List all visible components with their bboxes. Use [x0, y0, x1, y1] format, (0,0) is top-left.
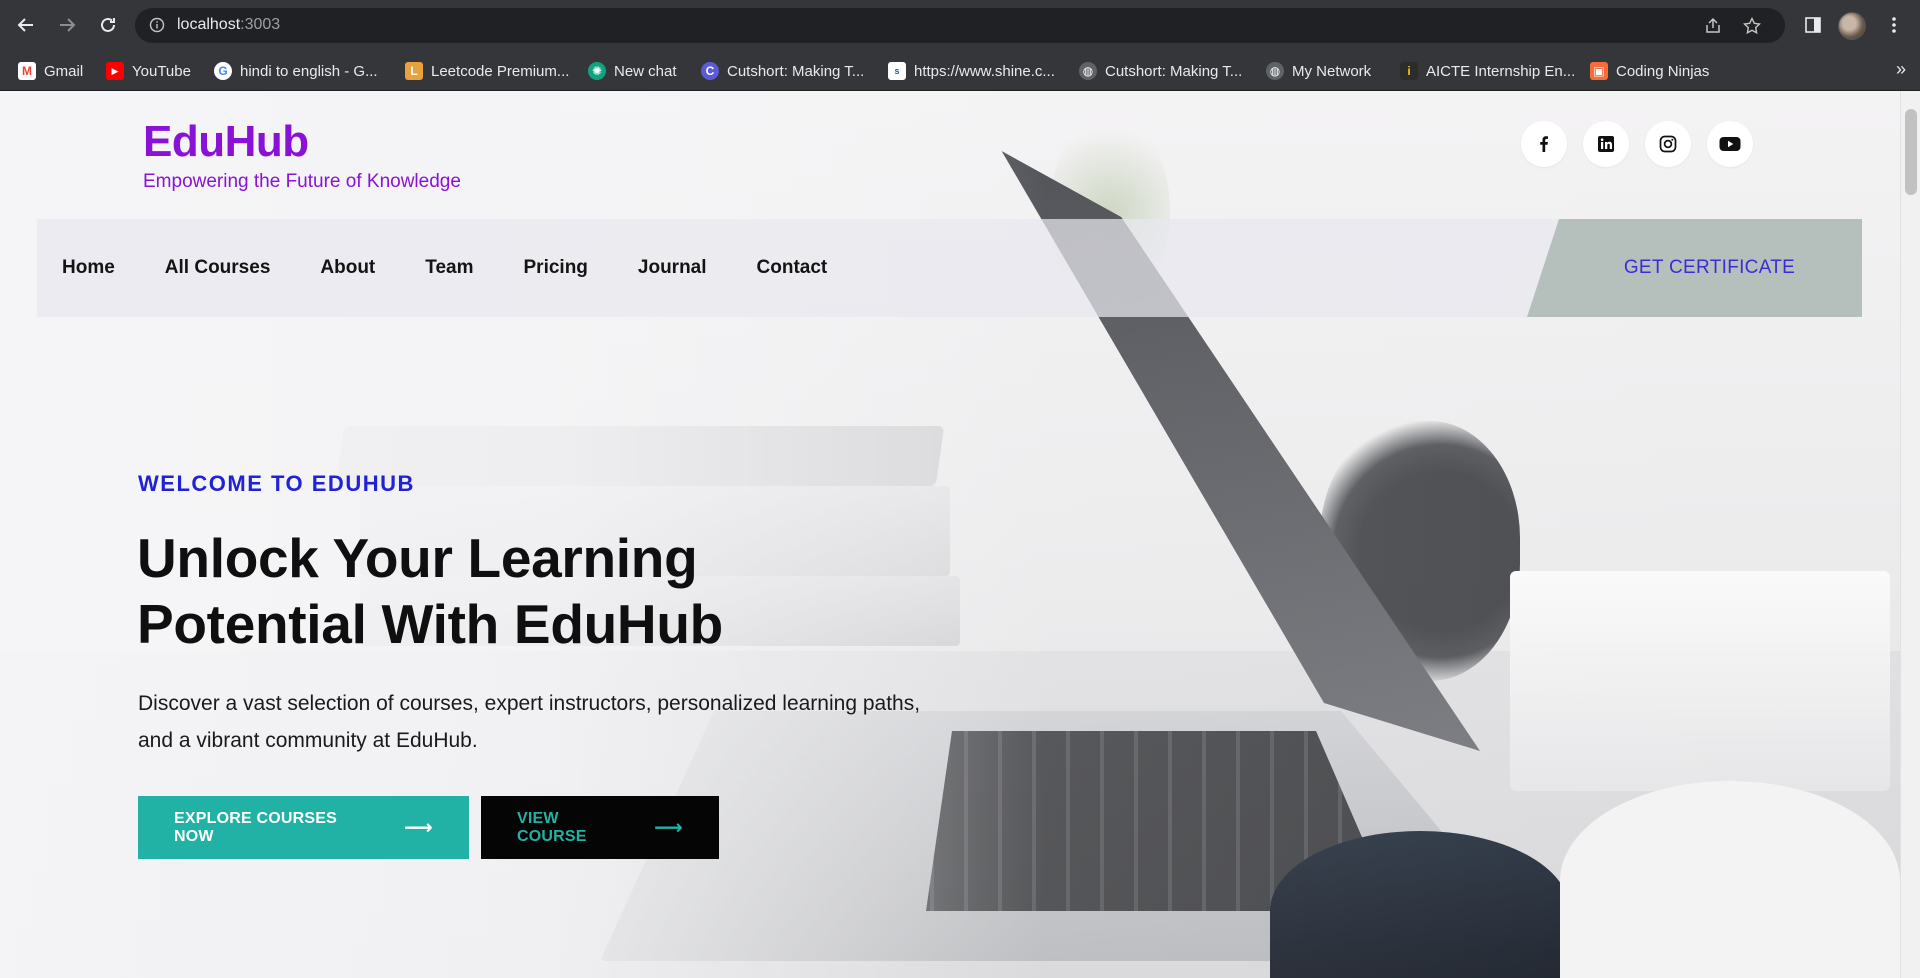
- nav-links: Home All Courses About Team Pricing Jour…: [62, 219, 877, 317]
- brand-logo[interactable]: EduHub: [143, 117, 309, 167]
- bookmark-label: Cutshort: Making T...: [1105, 62, 1243, 80]
- share-icon[interactable]: [1703, 16, 1723, 36]
- nav-item-team[interactable]: Team: [425, 257, 473, 279]
- leetcode-icon: L: [405, 62, 423, 80]
- nav-item-about[interactable]: About: [320, 257, 375, 279]
- codingninjas-icon: ▣: [1590, 62, 1608, 80]
- hero-eyebrow: WELCOME TO EDUHUB: [138, 471, 415, 496]
- youtube-link[interactable]: [1707, 121, 1753, 167]
- linkedin-link[interactable]: [1583, 121, 1629, 167]
- forward-button[interactable]: [53, 11, 81, 39]
- linkedin-icon: [1598, 136, 1614, 152]
- bookmark-coding-ninjas[interactable]: ▣ Coding Ninjas: [1590, 59, 1709, 83]
- nav-item-pricing[interactable]: Pricing: [524, 257, 588, 279]
- bookmark-leetcode[interactable]: L Leetcode Premium...: [405, 59, 569, 83]
- youtube-icon: ▶: [106, 62, 124, 80]
- instagram-icon: [1659, 135, 1677, 153]
- hero-headline-line-2: Potential With EduHub: [137, 593, 723, 655]
- bookmark-gmail[interactable]: M Gmail: [18, 59, 83, 83]
- url-text[interactable]: localhost:3003: [177, 16, 280, 34]
- url-host: localhost: [177, 16, 241, 33]
- bookmark-shine[interactable]: s https://www.shine.c...: [888, 59, 1055, 83]
- brand-tagline: Empowering the Future of Knowledge: [143, 171, 461, 192]
- nav-item-all-courses[interactable]: All Courses: [165, 257, 271, 279]
- bookmark-star-icon[interactable]: [1742, 16, 1762, 36]
- bookmark-aicte[interactable]: i AICTE Internship En...: [1400, 59, 1575, 83]
- bookmark-cutshort[interactable]: C Cutshort: Making T...: [701, 59, 864, 83]
- explore-courses-label: EXPLORE COURSES NOW: [174, 809, 338, 845]
- hero-headline-line-1: Unlock Your Learning: [137, 527, 698, 589]
- shine-icon: s: [888, 62, 906, 80]
- page-scrollbar[interactable]: [1900, 91, 1920, 978]
- bookmark-label: Cutshort: Making T...: [727, 62, 865, 80]
- globe-icon: ◍: [1266, 62, 1284, 80]
- bookmark-label: Coding Ninjas: [1616, 62, 1710, 80]
- bookmark-label: Gmail: [44, 62, 84, 80]
- bookmark-label: My Network: [1292, 62, 1372, 80]
- forward-arrow-icon: [60, 18, 76, 32]
- bookmark-label: https://www.shine.c...: [914, 62, 1055, 80]
- bookmark-my-network[interactable]: ◍ My Network: [1266, 59, 1371, 83]
- back-button[interactable]: [12, 11, 40, 39]
- nav-item-home[interactable]: Home: [62, 257, 115, 279]
- nav-item-journal[interactable]: Journal: [638, 257, 707, 279]
- facebook-icon: [1540, 136, 1548, 152]
- bookmark-label: AICTE Internship En...: [1426, 62, 1576, 80]
- arrow-right-icon: ⟶: [404, 817, 433, 839]
- aicte-icon: i: [1400, 62, 1418, 80]
- main-navigation: Home All Courses About Team Pricing Jour…: [37, 219, 1862, 317]
- profile-avatar[interactable]: [1838, 12, 1866, 40]
- page-viewport: EduHub Empowering the Future of Knowledg…: [0, 91, 1920, 978]
- globe-icon: ◍: [1079, 62, 1097, 80]
- kebab-menu-icon[interactable]: [1880, 11, 1908, 39]
- nav-item-contact[interactable]: Contact: [757, 257, 828, 279]
- get-certificate-button[interactable]: GET CERTIFICATE: [1527, 219, 1862, 317]
- view-course-label: VIEW COURSE: [517, 809, 587, 845]
- bookmark-youtube[interactable]: ▶ YouTube: [106, 59, 191, 83]
- url-port: :3003: [240, 16, 281, 33]
- bookmark-new-chat[interactable]: ✺ New chat: [588, 59, 677, 83]
- scrollbar-thumb[interactable]: [1905, 109, 1917, 195]
- browser-toolbar: localhost:3003: [0, 0, 1920, 51]
- bookmarks-overflow-button[interactable]: »: [1896, 59, 1906, 80]
- youtube-icon: [1719, 137, 1741, 151]
- hero-description: Discover a vast selection of courses, ex…: [138, 692, 921, 752]
- address-bar[interactable]: localhost:3003: [135, 8, 1785, 43]
- bookmark-google-translate[interactable]: G hindi to english - G...: [214, 59, 378, 83]
- google-icon: G: [214, 62, 232, 80]
- reload-button[interactable]: [94, 11, 122, 39]
- view-course-button[interactable]: VIEW COURSE ⟶: [481, 796, 719, 859]
- site-info-icon[interactable]: [149, 17, 165, 38]
- side-panel-icon[interactable]: [1799, 11, 1827, 39]
- explore-courses-button[interactable]: EXPLORE COURSES NOW ⟶: [138, 796, 469, 859]
- cutshort-icon: C: [701, 62, 719, 80]
- bookmark-label: New chat: [614, 62, 677, 80]
- chatgpt-icon: ✺: [588, 62, 606, 80]
- get-certificate-label: GET CERTIFICATE: [1623, 257, 1796, 278]
- bookmark-label: YouTube: [132, 62, 191, 80]
- hero-headline: Unlock Your Learning Potential With EduH…: [137, 525, 897, 657]
- bookmarks-bar: M Gmail ▶ YouTube G hindi to english - G…: [0, 51, 1920, 91]
- reload-icon: [101, 17, 115, 32]
- bookmark-label: Leetcode Premium...: [431, 62, 570, 80]
- arrow-right-icon: ⟶: [654, 817, 683, 839]
- gmail-icon: M: [18, 62, 36, 80]
- facebook-link[interactable]: [1521, 121, 1567, 167]
- back-arrow-icon: [17, 18, 33, 32]
- bookmark-label: hindi to english - G...: [240, 62, 378, 80]
- instagram-link[interactable]: [1645, 121, 1691, 167]
- bookmark-cutshort-2[interactable]: ◍ Cutshort: Making T...: [1079, 59, 1242, 83]
